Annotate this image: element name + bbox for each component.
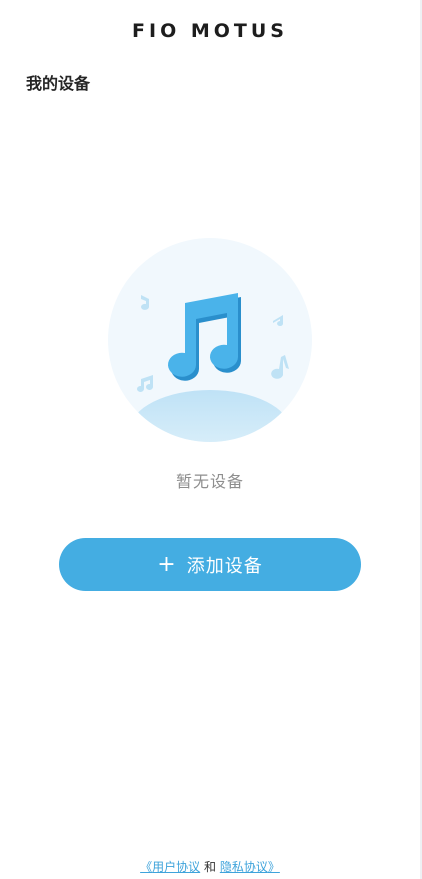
and-text: 和 [203,860,216,874]
add-device-button[interactable]: + 添加设备 [59,538,361,591]
user-agreement-link[interactable]: 《用户协议 [140,860,200,874]
music-note-icon [108,238,312,442]
user-agreement-label: 用户协议 [152,860,201,874]
privacy-policy-link[interactable]: 隐私协议》 [220,860,280,874]
page-title: 我的设备 [26,74,91,93]
footer-agreements: 《用户协议 和 隐私协议》 [0,858,420,875]
open-bracket: 《 [140,860,153,874]
privacy-policy-label: 隐私协议 [219,860,268,874]
plus-icon: + [157,551,177,577]
close-bracket: 》 [267,860,280,874]
brand-logo: FIO MOTUS [132,20,288,42]
add-device-label: 添加设备 [186,555,263,577]
device-list-screen: FIO MOTUS 我的设备 暂无设备 + 添加设备 《用户协议 和 隐私协议》 [0,0,422,879]
empty-state-text: 暂无设备 [175,472,244,491]
empty-state-illustration [105,235,315,445]
